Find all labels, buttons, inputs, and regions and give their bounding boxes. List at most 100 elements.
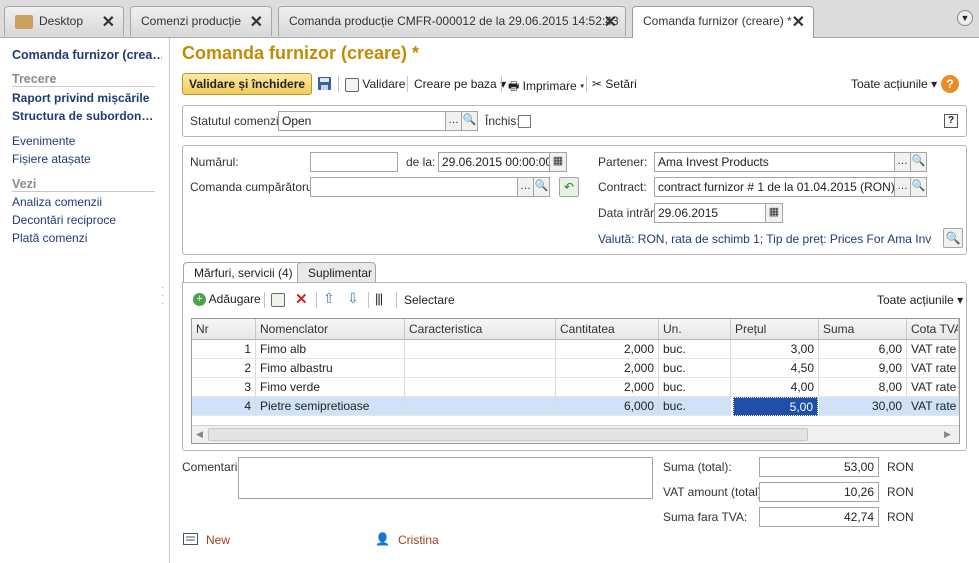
cell-vat[interactable]: VAT rate ...	[907, 359, 959, 378]
entry-date-field[interactable]: 29.06.2015	[654, 203, 766, 223]
cell-price[interactable]: 4,50	[731, 359, 819, 378]
add-button[interactable]: + Adăugare	[193, 292, 261, 307]
column-header-pretul[interactable]: Prețul	[731, 319, 819, 340]
link-fisiere-atasate[interactable]: Fișiere atașate	[12, 152, 91, 166]
barcode-icon[interactable]: |||	[375, 291, 383, 306]
splitter-handle[interactable]: · · ·	[161, 283, 164, 309]
tab-goods-services[interactable]: Mărfuri, servicii (4)	[183, 262, 304, 283]
cell-item[interactable]: Fimo alb	[256, 340, 405, 359]
tab-comanda-furnizor[interactable]: Comanda furnizor (creare) * ✕	[632, 6, 814, 38]
cell-item[interactable]: Fimo verde	[256, 378, 405, 397]
partner-field[interactable]: Ama Invest Products	[654, 152, 895, 172]
link-decontari-reciproce[interactable]: Decontări reciproce	[12, 213, 116, 227]
close-icon[interactable]: ✕	[102, 12, 115, 32]
cell-characteristic[interactable]	[405, 397, 556, 416]
cell-unit[interactable]: buc.	[659, 378, 731, 397]
create-based-button[interactable]: Creare pe baza ▾	[414, 77, 506, 91]
tab-comanda-productie[interactable]: Comanda producție CMFR-000012 de la 29.0…	[278, 6, 626, 36]
cell-characteristic[interactable]	[405, 359, 556, 378]
column-header-suma[interactable]: Suma	[819, 319, 907, 340]
link-plata-comenzi[interactable]: Plată comenzi	[12, 231, 87, 245]
cell-unit[interactable]: buc.	[659, 340, 731, 359]
select-button[interactable]: …	[446, 111, 462, 131]
select-button[interactable]: …	[895, 177, 911, 197]
comment-textarea[interactable]	[238, 457, 653, 499]
horizontal-scrollbar[interactable]: ◀ ▶	[192, 425, 959, 443]
cell-vat[interactable]: VAT rate ...	[907, 397, 959, 416]
cell-nr[interactable]: 2	[192, 359, 256, 378]
calendar-icon[interactable]: ▦	[766, 203, 783, 223]
search-icon[interactable]: 🔍	[911, 177, 927, 197]
calendar-icon[interactable]: ▦	[550, 152, 567, 172]
settings-button[interactable]: ✂ Setări	[592, 77, 637, 91]
column-header-nr[interactable]: Nr	[192, 319, 256, 340]
cell-sum[interactable]: 30,00	[819, 397, 907, 416]
cell-sum[interactable]: 8,00	[819, 378, 907, 397]
help-icon[interactable]: ?	[944, 114, 958, 128]
cell-price[interactable]: 3,00	[731, 340, 819, 359]
close-icon[interactable]: ✕	[792, 12, 805, 32]
search-icon[interactable]: 🔍	[911, 152, 927, 172]
cell-unit[interactable]: buc.	[659, 397, 731, 416]
column-header-nomenclator[interactable]: Nomenclator	[256, 319, 405, 340]
select-items-button[interactable]: Selectare	[404, 293, 455, 307]
search-icon[interactable]: 🔍	[462, 111, 478, 131]
date-field[interactable]: 29.06.2015 00:00:00	[438, 152, 550, 172]
panel-title[interactable]: Comanda furnizor (crea…	[12, 48, 162, 62]
column-header-unit[interactable]: Un.	[659, 319, 731, 340]
status-field[interactable]: Open	[278, 111, 446, 131]
cell-item[interactable]: Fimo albastru	[256, 359, 405, 378]
cell-price-active[interactable]: 5,00	[733, 397, 818, 416]
move-up-icon[interactable]: ⇧	[323, 290, 335, 307]
cell-quantity[interactable]: 6,000	[556, 397, 659, 416]
cell-item[interactable]: Pietre semipretioase	[256, 397, 405, 416]
print-button[interactable]: 🖶 Imprimare ▾	[508, 77, 584, 98]
cell-quantity[interactable]: 2,000	[556, 359, 659, 378]
tabs-menu-icon[interactable]: ▼	[957, 10, 973, 26]
cell-quantity[interactable]: 2,000	[556, 378, 659, 397]
closed-checkbox[interactable]	[518, 115, 531, 128]
cell-nr[interactable]: 3	[192, 378, 256, 397]
cell-vat[interactable]: VAT rate ...	[907, 378, 959, 397]
number-field[interactable]	[310, 152, 398, 172]
table-all-actions-menu[interactable]: Toate acțiunile ▾	[877, 293, 963, 307]
cell-unit[interactable]: buc.	[659, 359, 731, 378]
validate-button[interactable]: Validare	[345, 77, 405, 92]
cell-sum[interactable]: 6,00	[819, 340, 907, 359]
cell-characteristic[interactable]	[405, 378, 556, 397]
close-icon[interactable]: ✕	[250, 12, 263, 32]
all-actions-menu[interactable]: Toate acțiunile ▾	[851, 77, 937, 91]
link-analiza-comenzii[interactable]: Analiza comenzii	[12, 195, 102, 209]
help-icon[interactable]: ?	[941, 75, 959, 93]
column-header-cota-tva[interactable]: Cota TVA	[907, 319, 959, 340]
select-button[interactable]: …	[895, 152, 911, 172]
cell-quantity[interactable]: 2,000	[556, 340, 659, 359]
tab-supplementary[interactable]: Suplimentar	[297, 262, 376, 282]
back-arrow-icon[interactable]: ↶	[559, 177, 579, 197]
validate-close-button[interactable]: Validare și închidere	[182, 73, 313, 95]
scroll-right-icon[interactable]: ▶	[944, 429, 951, 440]
currency-info-link[interactable]: Valută: RON, rata de schimb 1; Tip de pr…	[598, 232, 932, 246]
contract-field[interactable]: contract furnizor # 1 de la 01.04.2015 (…	[654, 177, 895, 197]
scrollbar-thumb[interactable]	[208, 428, 808, 441]
link-evenimente[interactable]: Evenimente	[12, 134, 75, 148]
link-raport-miscari[interactable]: Raport privind mișcările	[12, 91, 162, 105]
tab-comenzi-productie[interactable]: Comenzi producție ✕	[130, 6, 272, 36]
cell-price[interactable]: 4,00	[731, 378, 819, 397]
close-icon[interactable]: ✕	[604, 12, 617, 32]
tab-desktop[interactable]: Desktop ✕	[4, 6, 124, 36]
delete-icon[interactable]: ✕	[295, 290, 308, 308]
cell-characteristic[interactable]	[405, 340, 556, 359]
scroll-left-icon[interactable]: ◀	[196, 429, 203, 440]
column-header-cantitatea[interactable]: Cantitatea	[556, 319, 659, 340]
copy-row-icon[interactable]	[271, 292, 285, 307]
column-header-caracteristica[interactable]: Caracteristica	[405, 319, 556, 340]
save-icon[interactable]	[317, 76, 332, 94]
cell-nr[interactable]: 4	[192, 397, 256, 416]
customer-order-field[interactable]	[310, 177, 518, 197]
search-icon[interactable]: 🔍	[534, 177, 550, 197]
move-down-icon[interactable]: ⇩	[347, 290, 359, 307]
cell-vat[interactable]: VAT rate ...	[907, 340, 959, 359]
cell-nr[interactable]: 1	[192, 340, 256, 359]
cell-sum[interactable]: 9,00	[819, 359, 907, 378]
